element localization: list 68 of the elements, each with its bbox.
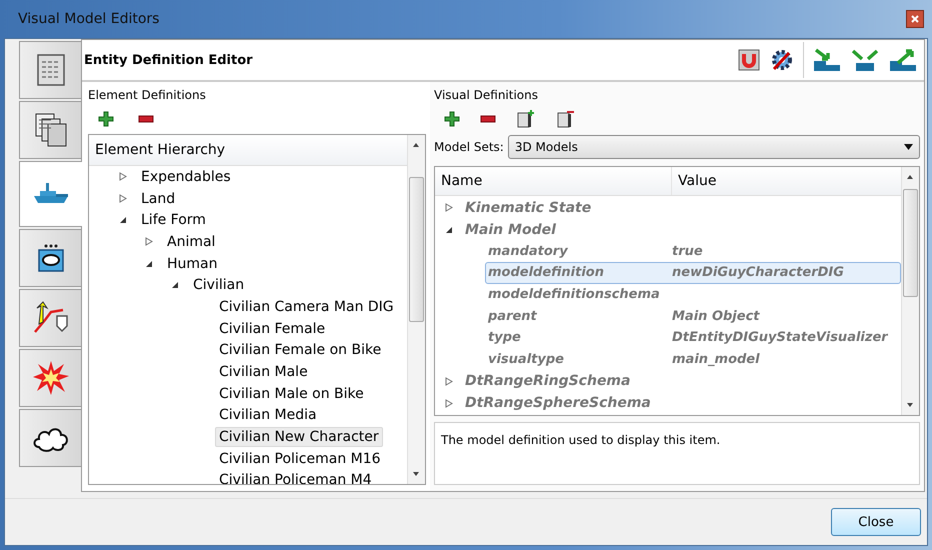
import-icon[interactable] [812, 47, 842, 73]
tree-item[interactable]: Civilian [189, 275, 248, 296]
export-icon[interactable] [888, 47, 918, 73]
tree-item[interactable]: Land [137, 188, 180, 209]
documents-icon [34, 112, 68, 148]
remove-document-icon[interactable] [556, 109, 576, 129]
scrollbar[interactable] [901, 167, 919, 415]
add-document-icon[interactable] [516, 109, 536, 129]
tree-item[interactable]: Human [163, 254, 222, 274]
window-title: Visual Model Editors [18, 11, 160, 27]
magnet-icon[interactable] [737, 48, 761, 72]
remove-icon[interactable] [480, 115, 496, 123]
tree-item[interactable]: Civilian Female [215, 318, 330, 339]
side-tab[interactable] [19, 41, 81, 99]
property-value: true [672, 244, 703, 259]
property-name: parent [488, 308, 538, 324]
model-sets-dropdown[interactable]: 3D Models [508, 135, 920, 159]
property-name: modeldefinition [488, 265, 605, 280]
description-text: The model definition used to display this item. [441, 433, 720, 447]
tree-item[interactable]: Civilian Media [215, 405, 321, 426]
property-value: newDiGuyCharacterDIG [672, 265, 844, 280]
settings-icon[interactable] [769, 47, 795, 73]
category-name: DtRangeSphereSchema [465, 395, 651, 412]
tree-item[interactable]: Civilian Male on Bike [215, 384, 368, 404]
document-icon [36, 53, 66, 87]
section-label: Element Definitions [88, 87, 207, 104]
side-tab[interactable] [19, 229, 81, 287]
tree-item[interactable]: Expendables [137, 166, 235, 187]
category-name: Kinematic State [465, 200, 592, 216]
property-name: visualtype [488, 352, 565, 368]
side-tab[interactable] [19, 101, 81, 159]
add-icon[interactable] [444, 111, 460, 127]
property-row[interactable]: visualtype main_model [485, 348, 901, 370]
scrollbar[interactable] [407, 135, 425, 484]
property-value: Main Object [672, 308, 760, 324]
section-label: Visual Definitions [434, 87, 539, 104]
property-row[interactable]: modeldefinition newDiGuyCharacterDIG [485, 262, 901, 284]
explosion-icon [32, 360, 70, 396]
close-icon[interactable] [906, 10, 924, 28]
editor-title: Entity Definition Editor [84, 52, 253, 68]
ring-icon [36, 243, 66, 273]
side-tab[interactable] [19, 409, 81, 467]
caret-icon [904, 144, 913, 150]
close-button[interactable]: Close [831, 508, 921, 536]
property-name: modeldefinitionschema [488, 287, 661, 302]
remove-icon[interactable] [138, 115, 154, 123]
property-value: main_model [672, 352, 760, 368]
boat-icon [32, 182, 70, 206]
tree-item[interactable]: Animal [163, 232, 220, 252]
side-tab[interactable] [19, 289, 81, 347]
tree-item[interactable]: Civilian Female on Bike [215, 340, 386, 360]
tree-item[interactable]: Life Form [137, 210, 210, 230]
model-sets-label: Model Sets: [434, 140, 504, 154]
category-name: Main Model [465, 222, 556, 238]
tree-item[interactable]: Civilian Camera Man DIG [215, 296, 398, 317]
merge-icon[interactable] [850, 47, 880, 73]
tree-item[interactable]: Civilian New Character [215, 427, 383, 448]
property-row[interactable]: parent Main Object [485, 305, 901, 328]
column-header[interactable]: Name [435, 167, 672, 195]
property-row[interactable]: modeldefinitionschema [485, 284, 901, 306]
tree-item[interactable]: Civilian Male [215, 362, 312, 382]
tree-item[interactable]: Civilian Policeman M16 [215, 448, 385, 469]
add-icon[interactable] [98, 111, 114, 127]
column-header[interactable]: Value [672, 167, 716, 195]
property-name: type [488, 330, 522, 346]
property-name: mandatory [488, 244, 569, 259]
property-row[interactable]: mandatory true [485, 240, 901, 262]
category-name: DtRangeRingSchema [465, 373, 630, 390]
